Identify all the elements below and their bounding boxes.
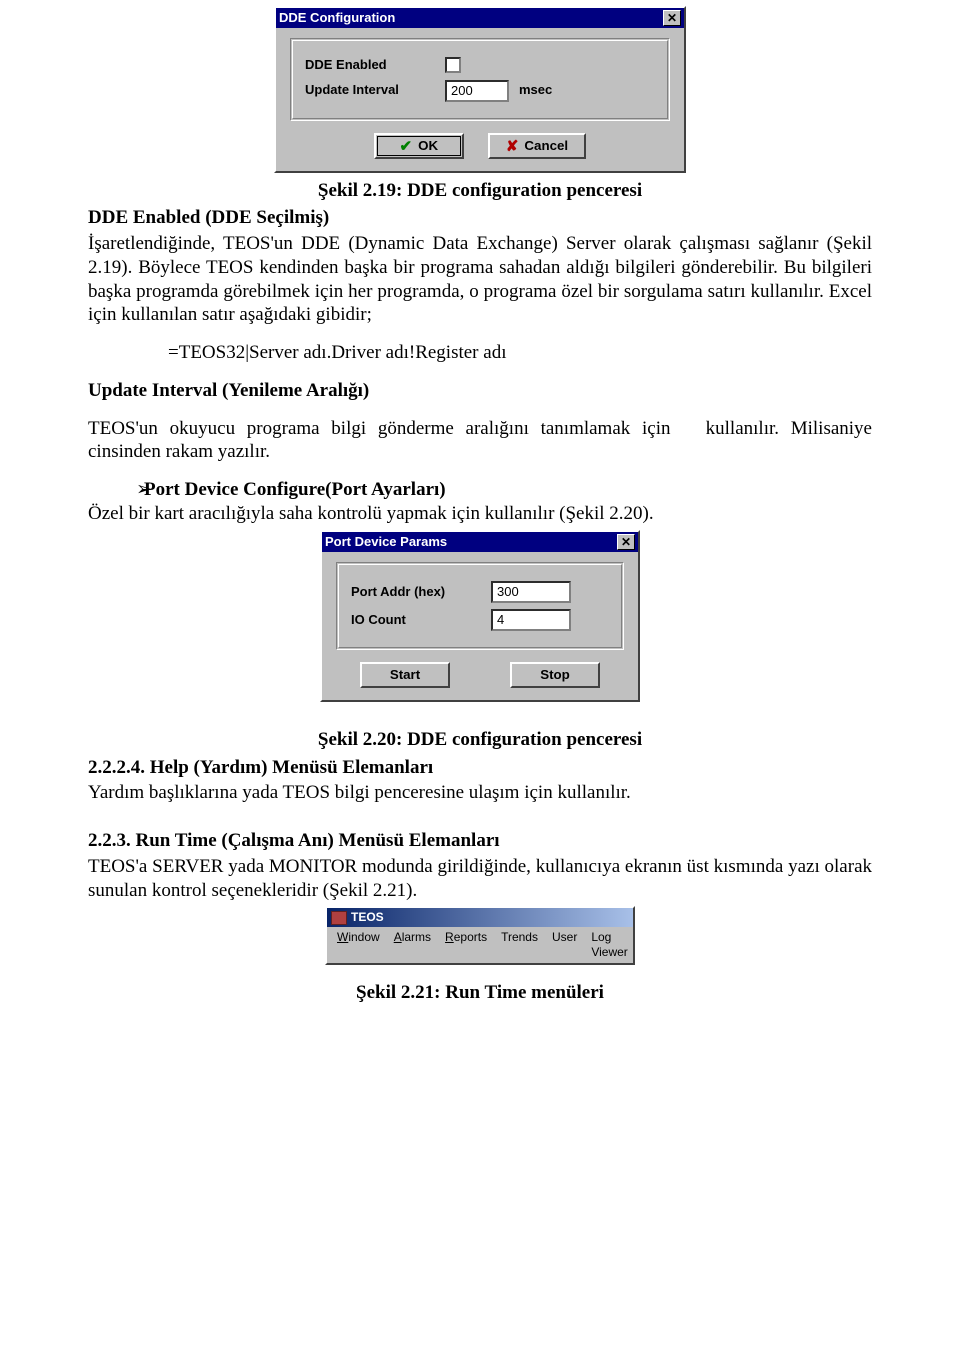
dde-enabled-label: DDE Enabled [305, 57, 445, 73]
heading-224: 2.2.2.4. Help (Yardım) Menüsü Elemanları [88, 756, 872, 780]
ok-button-label: OK [418, 138, 438, 153]
port-device-titlebar: Port Device Params ✕ [322, 532, 638, 552]
heading-223: 2.2.3. Run Time (Çalışma Anı) Menüsü Ele… [88, 829, 872, 853]
menu-user[interactable]: User [546, 929, 583, 961]
check-icon: ✔ [400, 137, 413, 155]
close-icon[interactable]: ✕ [663, 10, 681, 26]
bullet-body: Özel bir kart aracılığıyla saha kontrolü… [88, 502, 872, 526]
dialog-title: DDE Configuration [279, 10, 395, 26]
cancel-button-label: Cancel [524, 138, 568, 153]
update-interval-input[interactable] [445, 80, 509, 102]
dde-enabled-checkbox[interactable] [445, 57, 461, 73]
start-button[interactable]: Start [360, 662, 450, 688]
heading-dde-enabled: DDE Enabled (DDE Seçilmiş) [88, 206, 872, 230]
para-update-interval: TEOS'un okuyucu programa bilgi gönderme … [88, 417, 872, 465]
menubar-titlebar: TEOS [327, 908, 633, 927]
dde-config-titlebar: DDE Configuration ✕ [276, 8, 684, 28]
cancel-button[interactable]: ✘ Cancel [488, 133, 586, 159]
figure-caption-221: Şekil 2.21: Run Time menüleri [88, 981, 872, 1005]
start-button-label: Start [390, 667, 420, 682]
teos-menubar-window: TEOS Window Alarms Reports Trends User L… [325, 906, 635, 965]
figure-caption-220: Şekil 2.20: DDE configuration penceresi [88, 728, 872, 752]
io-count-label: IO Count [351, 612, 491, 628]
unit-label: msec [519, 82, 552, 98]
update-interval-label: Update Interval [305, 82, 445, 98]
menu-trends[interactable]: Trends [495, 929, 544, 961]
menu-logviewer[interactable]: Log Viewer [585, 929, 633, 961]
stop-button[interactable]: Stop [510, 662, 600, 688]
dde-config-dialog: DDE Configuration ✕ DDE Enabled Update I… [274, 6, 686, 173]
bullet-heading: Port Device Configure(Port Ayarları) [144, 478, 446, 502]
figure-caption-219: Şekil 2.19: DDE configuration penceresi [88, 179, 872, 203]
stop-button-label: Stop [540, 667, 570, 682]
io-count-input[interactable] [491, 609, 571, 631]
port-addr-input[interactable] [491, 581, 571, 603]
bullet-icon: ➢ [88, 478, 144, 502]
para-dde-enabled: İşaretlendiğinde, TEOS'un DDE (Dynamic D… [88, 232, 872, 327]
para-223: TEOS'a SERVER yada MONITOR modunda giril… [88, 855, 872, 903]
app-icon [331, 911, 347, 925]
cross-icon: ✘ [506, 137, 519, 155]
ok-button[interactable]: ✔ OK [374, 133, 464, 159]
port-device-dialog: Port Device Params ✕ Port Addr (hex) IO … [320, 530, 640, 702]
close-icon[interactable]: ✕ [617, 534, 635, 550]
excel-formula: =TEOS32|Server adı.Driver adı!Register a… [168, 341, 872, 365]
dialog2-title: Port Device Params [325, 534, 447, 550]
heading-update-interval: Update Interval (Yenileme Aralığı) [88, 379, 872, 403]
para-224: Yardım başlıklarına yada TEOS bilgi penc… [88, 781, 872, 805]
port-addr-label: Port Addr (hex) [351, 584, 491, 600]
menu-reports[interactable]: Reports [439, 929, 493, 961]
menu-alarms[interactable]: Alarms [388, 929, 437, 961]
menubar-title: TEOS [351, 910, 384, 925]
menu-window[interactable]: Window [331, 929, 386, 961]
